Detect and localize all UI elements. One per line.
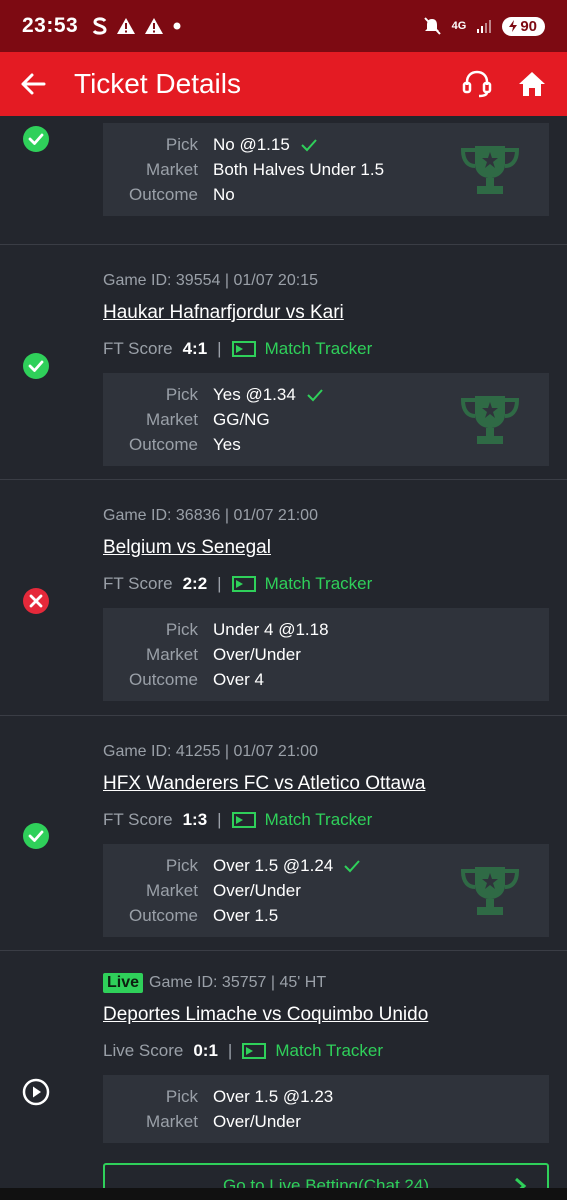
live-play-icon bbox=[22, 1078, 50, 1106]
won-check-icon bbox=[23, 126, 49, 152]
market-value: Over/Under bbox=[213, 1111, 301, 1131]
game-meta: Game ID: 35757 | 45' HT bbox=[149, 974, 327, 991]
pick-box: Pick Over 1.5 @1.23 Market Over/Under bbox=[103, 1075, 549, 1143]
score-value: 1:3 bbox=[182, 810, 208, 829]
outcome-label: Outcome bbox=[129, 905, 198, 925]
market-label: Market bbox=[146, 644, 198, 664]
market-label: Market bbox=[146, 409, 198, 429]
game-title-link[interactable]: Haukar Hafnarfjordur vs Kari bbox=[103, 302, 549, 328]
score-label: Live Score bbox=[103, 1041, 184, 1060]
game-card: Pick No @1.15 Market Both Halves Under 1.5… bbox=[0, 123, 567, 245]
support-headset-icon[interactable] bbox=[461, 69, 493, 99]
status-time: 23:53 bbox=[22, 14, 79, 37]
bottom-strip bbox=[0, 1188, 567, 1200]
mute-icon bbox=[423, 17, 441, 35]
market-label: Market bbox=[146, 159, 198, 179]
game-title-link[interactable]: HFX Wanderers FC vs Atletico Ottawa bbox=[103, 773, 549, 799]
won-check-icon bbox=[23, 823, 49, 849]
outcome-value: Over 4 bbox=[213, 669, 265, 689]
score-value: 0:1 bbox=[193, 1041, 218, 1060]
market-value: Over/Under bbox=[213, 880, 301, 900]
pick-label: Pick bbox=[165, 134, 198, 154]
tracker-icon bbox=[231, 576, 256, 592]
tracker-icon bbox=[231, 341, 256, 357]
game-meta: Game ID: 41255 | 01/07 21:00 bbox=[103, 743, 318, 760]
score-label: FT Score bbox=[103, 810, 173, 829]
game-card: Game ID: 39554 | 01/07 20:15 Haukar Hafn… bbox=[0, 245, 567, 480]
outcome-value: No bbox=[213, 184, 235, 204]
market-value: Both Halves Under 1.5 bbox=[213, 159, 385, 179]
outcome-label: Outcome bbox=[129, 669, 198, 689]
tracker-label: Match Tracker bbox=[264, 810, 373, 829]
pick-box: Pick Under 4 @1.18 Market Over/Under Outco… bbox=[103, 608, 549, 701]
trophy-icon bbox=[460, 145, 520, 194]
lost-cross-icon bbox=[23, 588, 49, 614]
live-badge: Live bbox=[103, 973, 144, 993]
pick-value: No @1.15 bbox=[213, 134, 290, 154]
pick-box: Pick Over 1.5 @1.24 Market Over/Under Outc… bbox=[103, 844, 549, 937]
game-meta: Game ID: 39554 | 01/07 20:15 bbox=[103, 272, 318, 289]
score-value: 4:1 bbox=[182, 339, 208, 358]
market-value: GG/NG bbox=[213, 409, 270, 429]
page-title: Ticket Details bbox=[74, 68, 242, 99]
game-card: Game ID: 36836 | 01/07 21:00 Belgium vs … bbox=[0, 480, 567, 716]
check-icon bbox=[307, 388, 323, 401]
game-card: Live Game ID: 35757 | 45' HT Deportes Lim… bbox=[0, 951, 567, 1200]
pick-value: Over 1.5 @1.24 bbox=[213, 855, 334, 875]
tracker-label: Match Tracker bbox=[264, 574, 373, 593]
pick-label: Pick bbox=[165, 1086, 198, 1106]
tracker-icon bbox=[231, 812, 256, 828]
pick-label: Pick bbox=[165, 855, 198, 875]
market-label: Market bbox=[146, 1111, 198, 1131]
check-icon bbox=[344, 859, 361, 872]
outcome-value: Over 1.5 bbox=[213, 905, 279, 925]
app-bar: Ticket Details bbox=[0, 52, 567, 116]
network-label: 4G bbox=[451, 20, 467, 32]
pick-label: Pick bbox=[165, 384, 198, 404]
back-arrow-icon[interactable] bbox=[20, 72, 46, 96]
market-value: Over/Under bbox=[213, 644, 301, 664]
score-label: FT Score bbox=[103, 574, 173, 593]
game-card: Game ID: 41255 | 01/07 21:00 HFX Wandere… bbox=[0, 716, 567, 951]
game-title-link[interactable]: Deportes Limache vs Coquimbo Unido bbox=[103, 1004, 549, 1030]
outcome-value: Yes bbox=[213, 434, 241, 454]
tracker-label: Match Tracker bbox=[275, 1041, 384, 1060]
match-tracker-link[interactable]: Match Tracker bbox=[231, 810, 373, 830]
won-check-icon bbox=[23, 353, 49, 379]
score-label: FT Score bbox=[103, 339, 173, 358]
pick-box: Pick No @1.15 Market Both Halves Under 1.5… bbox=[103, 123, 549, 216]
ticket-list: Pick No @1.15 Market Both Halves Under 1.5… bbox=[0, 116, 567, 1200]
outcome-label: Outcome bbox=[129, 184, 198, 204]
game-title-link[interactable]: Belgium vs Senegal bbox=[103, 537, 549, 563]
check-icon bbox=[301, 138, 317, 151]
game-meta: Game ID: 36836 | 01/07 21:00 bbox=[103, 507, 318, 524]
tracker-icon bbox=[242, 1043, 267, 1059]
trophy-icon bbox=[460, 866, 520, 915]
tracker-label: Match Tracker bbox=[264, 339, 373, 358]
outcome-label: Outcome bbox=[129, 434, 198, 454]
trophy-icon bbox=[460, 395, 520, 444]
s-icon bbox=[92, 17, 107, 35]
pick-value: Over 1.5 @1.23 bbox=[213, 1086, 334, 1106]
warning-icon bbox=[145, 18, 164, 34]
warning-icon bbox=[117, 18, 136, 34]
home-icon[interactable] bbox=[517, 70, 547, 98]
pick-value: Yes @1.34 bbox=[213, 384, 296, 404]
match-tracker-link[interactable]: Match Tracker bbox=[242, 1041, 383, 1061]
match-tracker-link[interactable]: Match Tracker bbox=[231, 339, 373, 359]
status-bar: 23:53 4G 90 bbox=[0, 0, 567, 52]
pick-value: Under 4 @1.18 bbox=[213, 619, 329, 639]
market-label: Market bbox=[146, 880, 198, 900]
pick-box: Pick Yes @1.34 Market GG/NG Outcome Yes bbox=[103, 373, 549, 466]
dot-icon bbox=[173, 22, 181, 30]
pick-label: Pick bbox=[165, 619, 198, 639]
match-tracker-link[interactable]: Match Tracker bbox=[231, 574, 373, 594]
score-value: 2:2 bbox=[182, 574, 208, 593]
signal-icon bbox=[477, 20, 492, 33]
battery-level: 90 bbox=[520, 17, 537, 35]
battery-icon: 90 bbox=[502, 16, 545, 36]
